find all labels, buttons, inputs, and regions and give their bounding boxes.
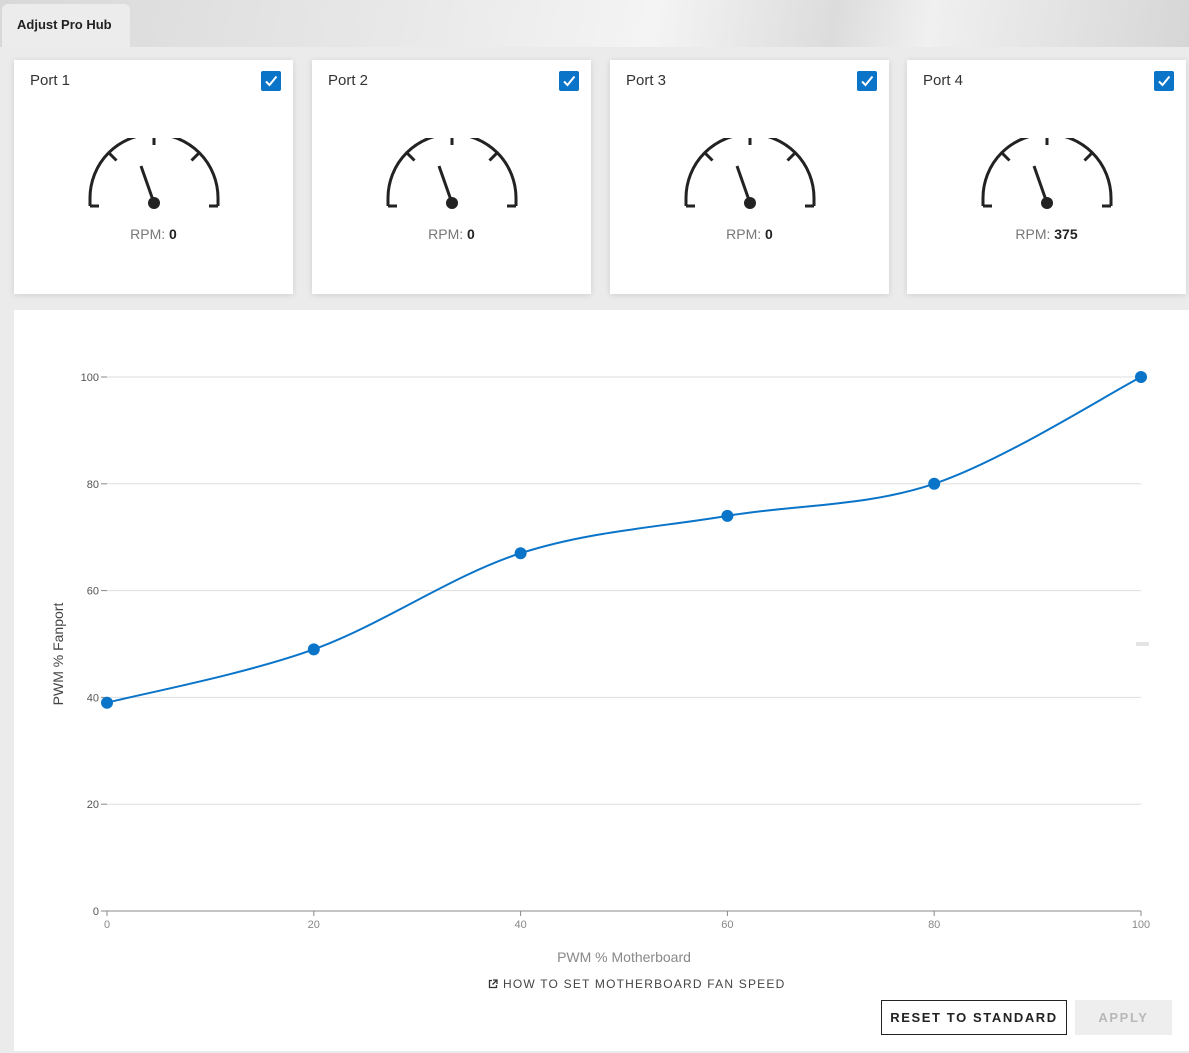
checkmark-icon [265, 75, 278, 87]
curve-point[interactable] [1135, 371, 1147, 383]
rpm-value: 0 [169, 226, 177, 242]
rpm-readout: RPM: 375 [907, 226, 1186, 242]
fan-curve-panel: 0 20 40 60 80 100 0 20 40 60 80 100 PWM % Motherbo… [14, 310, 1189, 1051]
rpm-label: RPM: [428, 226, 464, 242]
y-axis-ticks: 0 20 40 60 80 100 [81, 372, 107, 918]
port-checkbox[interactable] [857, 71, 877, 91]
apply-button[interactable]: APPLY [1075, 1000, 1172, 1035]
x-tick-label: 20 [308, 919, 320, 931]
port-label: Port 4 [923, 72, 964, 89]
curve-point[interactable] [928, 477, 941, 490]
port-card-1: Port 1 RPM: 0 [14, 60, 293, 294]
curve-point[interactable] [307, 643, 320, 656]
external-link-icon [488, 979, 498, 989]
port-checkbox[interactable] [559, 71, 579, 91]
checkmark-icon [861, 75, 874, 87]
y-tick-label: 0 [93, 906, 99, 918]
rpm-label: RPM: [726, 226, 762, 242]
y-tick-label: 20 [87, 799, 99, 811]
scroll-handle[interactable] [1136, 642, 1149, 646]
rpm-label: RPM: [1015, 226, 1051, 242]
y-tick-label: 60 [87, 586, 99, 598]
checkmark-icon [563, 75, 576, 87]
port-card-2: Port 2 RPM: 0 [312, 60, 591, 294]
gauge-icon [386, 138, 518, 209]
curve-point[interactable] [721, 509, 734, 522]
port-label: Port 3 [626, 72, 667, 89]
port-card-3: Port 3 RPM: 0 [610, 60, 889, 294]
rpm-readout: RPM: 0 [312, 226, 591, 242]
help-link-label: HOW TO SET MOTHERBOARD FAN SPEED [503, 977, 786, 991]
x-tick-label: 80 [928, 919, 940, 931]
x-tick-label: 40 [514, 919, 526, 931]
curve-point[interactable] [514, 547, 527, 560]
y-tick-label: 40 [87, 692, 99, 704]
gauge-icon [88, 138, 220, 209]
reset-to-standard-button[interactable]: RESET TO STANDARD [881, 1000, 1067, 1035]
port-label: Port 1 [30, 72, 71, 89]
y-tick-label: 100 [81, 372, 99, 384]
curve-point[interactable] [101, 696, 113, 709]
gauge-icon [981, 138, 1113, 209]
port-card-4: Port 4 RPM: 375 [907, 60, 1186, 294]
rpm-value: 0 [765, 226, 773, 242]
y-tick-label: 80 [87, 479, 99, 491]
curve-points[interactable] [101, 371, 1147, 709]
gauge-icon [684, 138, 816, 209]
port-checkbox[interactable] [261, 71, 281, 91]
rpm-readout: RPM: 0 [610, 226, 889, 242]
fan-curve-line [106, 376, 1142, 704]
x-axis-label: PWM % Motherboard [557, 949, 691, 965]
port-checkbox[interactable] [1154, 71, 1174, 91]
grid-lines [107, 376, 1141, 805]
rpm-value: 375 [1054, 226, 1078, 242]
x-axis-ticks: 0 20 40 60 80 100 [104, 911, 1150, 931]
tab-adjust-pro-hub[interactable]: Adjust Pro Hub [2, 4, 130, 47]
fan-curve-chart: 0 20 40 60 80 100 0 20 40 60 80 100 PWM % Motherbo… [50, 371, 1150, 965]
port-label: Port 2 [328, 72, 369, 89]
help-link[interactable]: HOW TO SET MOTHERBOARD FAN SPEED [488, 977, 785, 991]
x-tick-label: 0 [104, 919, 110, 931]
x-tick-label: 100 [1132, 919, 1150, 931]
x-tick-label: 60 [721, 919, 733, 931]
rpm-label: RPM: [130, 226, 166, 242]
checkmark-icon [1158, 75, 1171, 87]
rpm-readout: RPM: 0 [14, 226, 293, 242]
rpm-value: 0 [467, 226, 475, 242]
title-bar: Adjust Pro Hub [0, 0, 1189, 47]
y-axis-label: PWM % Fanport [50, 603, 66, 706]
